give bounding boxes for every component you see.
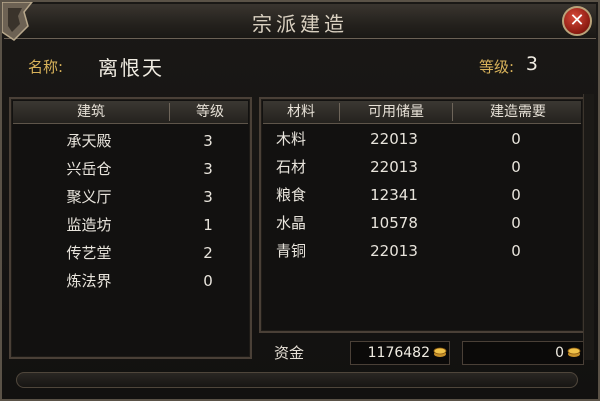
material-available: 22013 bbox=[370, 130, 418, 148]
building-level: 0 bbox=[203, 272, 213, 290]
close-icon: ✕ bbox=[569, 10, 585, 31]
sect-info-bar: 名称: 离恨天 等级: 3 bbox=[14, 50, 586, 80]
sect-name: 离恨天 bbox=[98, 56, 164, 80]
funds-label: 资金 bbox=[274, 344, 305, 362]
material-required: 0 bbox=[511, 242, 521, 260]
building-level: 3 bbox=[203, 132, 213, 150]
material-row: 石材 22013 0 bbox=[261, 153, 583, 181]
header-material: 材料 bbox=[287, 104, 315, 120]
material-required: 0 bbox=[511, 214, 521, 232]
right-edge-bar bbox=[583, 94, 594, 360]
header-level: 等级 bbox=[196, 104, 224, 120]
building-row[interactable]: 聚义厅 3 bbox=[11, 183, 250, 211]
material-row: 木料 22013 0 bbox=[261, 125, 583, 153]
funds-available-value: 1176482 bbox=[367, 345, 430, 361]
material-row: 水晶 10578 0 bbox=[261, 209, 583, 237]
building-level: 3 bbox=[203, 160, 213, 178]
building-name: 传艺堂 bbox=[66, 244, 112, 262]
corner-ornament-icon bbox=[2, 2, 33, 41]
name-label: 名称: bbox=[28, 58, 64, 76]
building-level: 3 bbox=[203, 188, 213, 206]
building-row[interactable]: 监造坊 1 bbox=[11, 211, 250, 239]
header-building: 建筑 bbox=[77, 104, 105, 120]
building-name: 兴岳仓 bbox=[66, 160, 112, 178]
material-name: 粮食 bbox=[275, 186, 306, 204]
material-name: 木料 bbox=[275, 130, 306, 148]
header-required: 建造需要 bbox=[490, 104, 546, 120]
funds-required: 0 bbox=[462, 341, 584, 365]
material-required: 0 bbox=[511, 158, 521, 176]
material-required: 0 bbox=[511, 186, 521, 204]
gold-coin-icon bbox=[567, 347, 581, 357]
building-row[interactable]: 兴岳仓 3 bbox=[11, 155, 250, 183]
building-row[interactable]: 传艺堂 2 bbox=[11, 239, 250, 267]
window-title: 宗派建造 bbox=[252, 12, 348, 36]
construction-window: 宗派建造 ✕ 名称: 离恨天 等级: 3 建筑 等级 承天殿 3 兴岳仓 3 聚… bbox=[0, 0, 600, 401]
materials-table: 材料 可用储量 建造需要 木料 22013 0 石材 22013 0 粮食 12… bbox=[259, 97, 585, 333]
building-name: 承天殿 bbox=[66, 132, 112, 150]
materials-header: 材料 可用储量 建造需要 bbox=[263, 101, 581, 124]
building-name: 监造坊 bbox=[66, 216, 112, 234]
material-row: 青铜 22013 0 bbox=[261, 237, 583, 265]
header-available: 可用储量 bbox=[368, 104, 424, 120]
material-available: 22013 bbox=[370, 242, 418, 260]
buildings-table: 建筑 等级 承天殿 3 兴岳仓 3 聚义厅 3 监造坊 1 传艺堂 2 炼法界 … bbox=[9, 97, 252, 359]
bottom-slider-track[interactable] bbox=[16, 372, 578, 388]
material-name: 水晶 bbox=[275, 214, 306, 232]
material-available: 10578 bbox=[370, 214, 418, 232]
material-available: 12341 bbox=[370, 186, 418, 204]
material-name: 石材 bbox=[275, 158, 306, 176]
sect-level: 3 bbox=[525, 53, 538, 75]
material-required: 0 bbox=[511, 130, 521, 148]
building-name: 聚义厅 bbox=[66, 188, 112, 206]
material-name: 青铜 bbox=[275, 242, 306, 260]
funds-available: 1176482 bbox=[350, 341, 450, 365]
building-row[interactable]: 承天殿 3 bbox=[11, 127, 250, 155]
gold-coin-icon bbox=[433, 347, 447, 357]
title-bar: 宗派建造 bbox=[4, 4, 596, 39]
material-available: 22013 bbox=[370, 158, 418, 176]
level-label: 等级: bbox=[478, 58, 514, 76]
building-row[interactable]: 炼法界 0 bbox=[11, 267, 250, 295]
material-row: 粮食 12341 0 bbox=[261, 181, 583, 209]
close-button[interactable]: ✕ bbox=[562, 6, 592, 36]
building-level: 2 bbox=[203, 244, 213, 262]
building-level: 1 bbox=[203, 216, 213, 234]
funds-required-value: 0 bbox=[555, 345, 564, 361]
buildings-header: 建筑 等级 bbox=[13, 101, 248, 124]
building-name: 炼法界 bbox=[66, 272, 112, 290]
